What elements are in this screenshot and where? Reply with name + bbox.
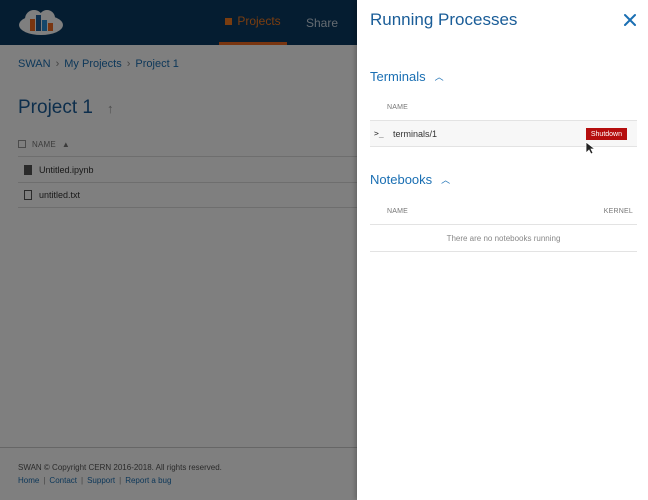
chevron-up-icon: ︿ [434, 72, 444, 82]
panel-title: Running Processes [370, 10, 518, 29]
name-column-header: NAME [387, 104, 409, 111]
notebooks-table-header: NAME KERNEL [370, 199, 637, 225]
chevron-up-icon: ︿ [441, 175, 451, 185]
terminals-table-header: NAME [370, 95, 637, 121]
shutdown-button[interactable]: Shutdown [585, 128, 627, 140]
mouse-pointer-icon [585, 141, 595, 155]
notebooks-section-title: Notebooks [370, 172, 433, 187]
terminals-table: NAME >_ terminals/1 Shutdown [370, 95, 637, 147]
terminal-icon: >_ [374, 129, 384, 138]
terminal-row[interactable]: >_ terminals/1 Shutdown [370, 121, 637, 147]
empty-notebooks-message: There are no notebooks running [370, 225, 637, 252]
notebooks-table: NAME KERNEL There are no notebooks runni… [370, 199, 637, 252]
kernel-column-header: KERNEL [603, 208, 633, 215]
terminals-section-title: Terminals [370, 69, 426, 84]
close-icon[interactable] [621, 11, 639, 29]
name-column-header: NAME [387, 208, 409, 215]
notebooks-section-toggle[interactable]: Notebooks ︿ [370, 172, 450, 187]
terminal-name[interactable]: terminals/1 [393, 129, 437, 139]
running-processes-panel: Running Processes Terminals ︿ NAME >_ te… [357, 0, 648, 500]
terminals-section-toggle[interactable]: Terminals ︿ [370, 69, 444, 84]
